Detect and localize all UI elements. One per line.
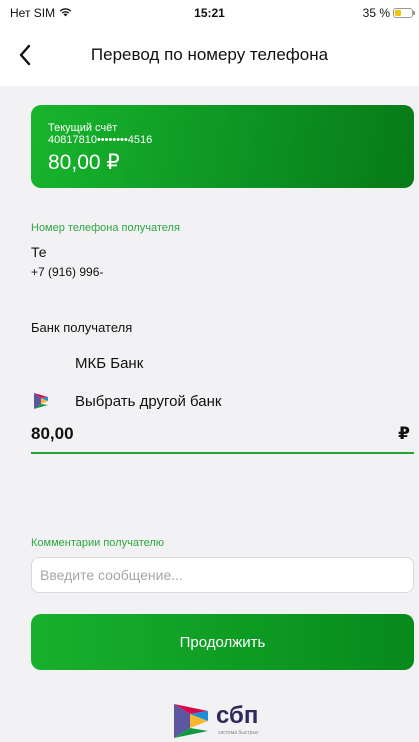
bank-label: Банк получателя (31, 320, 133, 335)
selected-bank[interactable]: МКБ Банк (75, 355, 143, 372)
sbp-logo-icon (34, 393, 48, 409)
battery-percent: 35 % (362, 6, 390, 20)
sbp-logo-icon (174, 704, 208, 738)
sbp-subtitle: система быстрых (218, 730, 259, 736)
clock: 15:21 (194, 6, 225, 20)
sbp-wordmark: сбп (216, 702, 259, 729)
choose-other-bank[interactable]: Выбрать другой банк (31, 391, 221, 411)
amount-value: 80,00 (31, 424, 74, 443)
page-title: Перевод по номеру телефона (90, 45, 329, 64)
sbp-footer-logo: сбп система быстрых (170, 698, 290, 742)
screen: Нет SIM 15:21 35 % Перевод по номеру тел… (0, 0, 419, 742)
comment-input[interactable] (31, 557, 414, 593)
battery-fill (395, 10, 401, 16)
account-card[interactable]: Текущий счёт 40817810••••••••4516 80,00 … (31, 105, 414, 188)
amount-field[interactable]: 80,00 ₽ (31, 418, 414, 454)
battery-nub (413, 11, 415, 15)
battery-icon (393, 8, 415, 18)
recipient-name: Те (31, 244, 47, 260)
recipient-phone[interactable]: +7 (916) 996- (31, 265, 103, 279)
comment-label: Комментарии получателю (31, 537, 165, 549)
phone-label: Номер телефона получателя (31, 222, 180, 234)
nav-bar: Перевод по номеру телефона (0, 36, 419, 86)
account-number: 40817810••••••••4516 (48, 134, 153, 146)
choose-other-bank-label: Выбрать другой банк (75, 392, 222, 410)
account-label: Текущий счёт (48, 122, 118, 134)
continue-button[interactable]: Продолжить (31, 614, 414, 670)
currency-symbol: ₽ (398, 424, 410, 443)
status-right: 35 % (362, 6, 415, 20)
selected-bank-name: МКБ Банк (75, 355, 144, 372)
status-bar: Нет SIM 15:21 35 % (0, 0, 419, 36)
account-balance: 80,00 ₽ (48, 151, 120, 174)
